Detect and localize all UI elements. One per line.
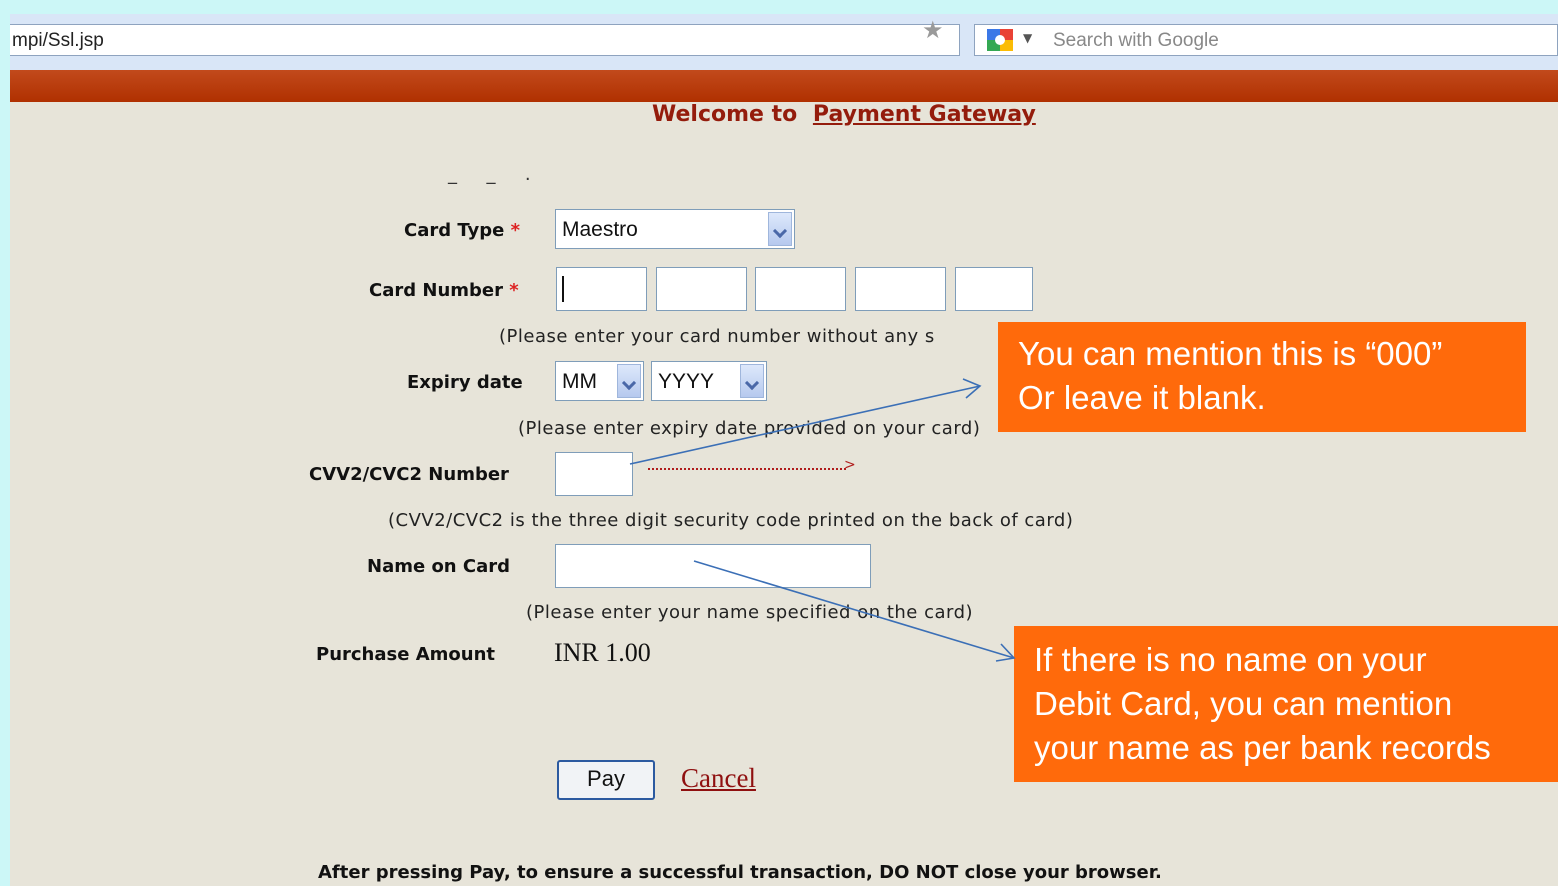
- name-hint: (Please enter your name specified on the…: [526, 602, 974, 623]
- pay-button[interactable]: Pay: [557, 760, 655, 800]
- card-number-field-5[interactable]: [955, 267, 1033, 311]
- cvv-hint: (CVV2/CVC2 is the three digit security c…: [388, 510, 1074, 531]
- cancel-link[interactable]: Cancel: [681, 763, 756, 794]
- cvv-callout: You can mention this is “000” Or leave i…: [998, 322, 1526, 432]
- chevron-down-icon[interactable]: [740, 364, 764, 398]
- address-bar-text: mpi/Ssl.jsp: [12, 30, 104, 51]
- cvv-input[interactable]: [555, 452, 633, 496]
- name-on-card-input[interactable]: [555, 544, 871, 588]
- name-callout-line-2: Debit Card, you can mention: [1034, 685, 1453, 722]
- placeholder-dashes: _ _ .: [448, 164, 537, 185]
- name-callout-line-3: your name as per bank records: [1034, 729, 1491, 766]
- card-number-field-3[interactable]: [755, 267, 846, 311]
- expiry-hint: (Please enter expiry date provided on yo…: [518, 418, 981, 439]
- card-number-label: Card Number *: [369, 280, 519, 301]
- cvv-label: CVV2/CVC2 Number: [309, 464, 509, 485]
- header-bar: [10, 70, 1558, 102]
- chevron-down-icon[interactable]: [768, 212, 792, 246]
- name-callout: If there is no name on your Debit Card, …: [1014, 626, 1558, 782]
- card-number-hint: (Please enter your card number without a…: [499, 326, 935, 347]
- browser-toolbar: mpi/Ssl.jsp ★ ▼ Search with Google: [10, 14, 1558, 71]
- cvv-callout-line-1: You can mention this is “000”: [1018, 335, 1443, 372]
- search-placeholder: Search with Google: [1053, 30, 1219, 51]
- card-type-select[interactable]: Maestro: [555, 209, 795, 249]
- search-engine-dropdown-icon[interactable]: ▼: [1023, 31, 1032, 45]
- page-title: Welcome to Payment Gateway: [652, 102, 1036, 127]
- card-number-field-2[interactable]: [656, 267, 747, 311]
- name-on-card-label: Name on Card: [367, 556, 511, 577]
- name-callout-line-1: If there is no name on your: [1034, 641, 1427, 678]
- card-type-label: Card Type *: [404, 220, 521, 241]
- address-bar[interactable]: mpi/Ssl.jsp: [10, 24, 960, 56]
- expiry-year-value: YYYY: [658, 370, 715, 393]
- welcome-prefix: Welcome to: [652, 102, 798, 127]
- payment-gateway-link[interactable]: Payment Gateway: [813, 102, 1036, 127]
- bookmark-star-icon[interactable]: ★: [922, 16, 944, 44]
- chevron-down-icon[interactable]: [617, 364, 641, 398]
- purchase-amount-label: Purchase Amount: [316, 644, 495, 665]
- cvv-pointer-arrow-icon: >: [844, 457, 856, 473]
- search-box[interactable]: ▼ Search with Google: [974, 24, 1558, 56]
- google-icon[interactable]: [987, 29, 1013, 51]
- cvv-dotted-pointer: [648, 468, 846, 470]
- expiry-label: Expiry date: [407, 372, 523, 393]
- expiry-month-value: MM: [562, 370, 597, 393]
- expiry-month-select[interactable]: MM: [555, 361, 644, 401]
- footer-warning: After pressing Pay, to ensure a successf…: [318, 862, 1162, 883]
- card-type-value: Maestro: [562, 218, 638, 241]
- cvv-callout-line-2: Or leave it blank.: [1018, 379, 1266, 416]
- card-number-field-1[interactable]: [556, 267, 647, 311]
- expiry-year-select[interactable]: YYYY: [651, 361, 767, 401]
- card-number-field-4[interactable]: [855, 267, 946, 311]
- purchase-amount-value: INR 1.00: [554, 638, 651, 667]
